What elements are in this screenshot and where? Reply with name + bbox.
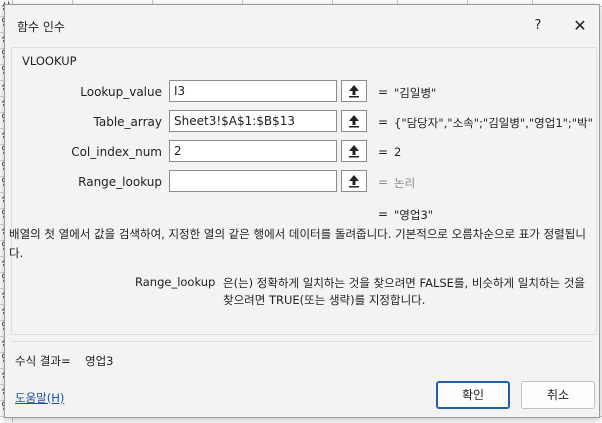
ok-button[interactable]: 확인 [436, 381, 510, 409]
dialog-titlebar[interactable]: 함수 인수 ? ✕ [5, 5, 599, 45]
help-icon[interactable]: ? [519, 11, 557, 41]
table-array-text: Sheet3!$A$1:$B$13 [174, 114, 296, 128]
arg-label-range-lookup: Range_lookup [78, 175, 162, 189]
formula-result-value: 영업3 [85, 354, 114, 368]
arg-label-col-index-num: Col_index_num [71, 145, 162, 159]
col-index-num-collapse-button[interactable] [341, 140, 367, 162]
divider [11, 341, 593, 342]
arg-label-lookup-value: Lookup_value [80, 85, 162, 99]
dialog-title: 함수 인수 [17, 20, 65, 34]
eq-sign: = [378, 175, 389, 189]
eq-sign: = [378, 145, 389, 159]
table-array-input[interactable]: Sheet3!$A$1:$B$13 [169, 110, 337, 132]
eq-sign: = [378, 115, 389, 129]
range-lookup-collapse-button[interactable] [341, 170, 367, 192]
function-result: "영업3" [394, 208, 434, 222]
collapse-arrow-icon [349, 85, 359, 98]
cancel-button[interactable]: 취소 [521, 381, 595, 409]
close-icon[interactable]: ✕ [561, 11, 599, 41]
eq-sign: = [378, 85, 389, 99]
table-array-collapse-button[interactable] [341, 110, 367, 132]
col-index-num-text: 2 [174, 144, 182, 158]
lookup-value-input[interactable]: I3 [169, 80, 337, 102]
range-lookup-result: 논리 [394, 176, 416, 190]
formula-result-label: 수식 결과= [15, 354, 71, 368]
function-name: VLOOKUP [22, 54, 77, 68]
function-arguments-dialog: 함수 인수 ? ✕ VLOOKUP Lookup_value I3 = "김일병… [4, 4, 600, 418]
arg-label-table-array: Table_array [93, 115, 163, 129]
col-index-num-input[interactable]: 2 [169, 140, 337, 162]
lookup-value-result: "김일병" [394, 86, 437, 100]
col-index-num-result: 2 [394, 145, 402, 159]
collapse-arrow-icon [349, 115, 359, 128]
arg-help-name: Range_lookup [135, 275, 216, 289]
function-description: 배열의 첫 열에서 값을 검색하여, 지정한 열의 같은 행에서 데이터를 돌려… [9, 227, 586, 260]
help-link[interactable]: 도움말(H) [15, 390, 64, 406]
arg-help-text: 은(는) 정확하게 일치하는 것을 찾으려면 FALSE를, 비슷하게 일치하는… [223, 276, 585, 307]
eq-sign: = [378, 207, 389, 221]
lookup-value-text: I3 [174, 84, 186, 98]
collapse-arrow-icon [349, 145, 359, 158]
table-array-result: {"담당자","소속";"김일병","영업1";"박" [394, 116, 593, 130]
range-lookup-input[interactable] [169, 170, 337, 192]
lookup-value-collapse-button[interactable] [341, 80, 367, 102]
collapse-arrow-icon [349, 175, 359, 188]
